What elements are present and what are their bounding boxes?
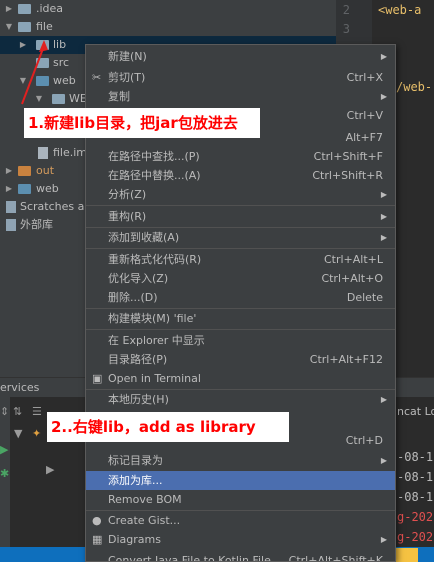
annotation-arrow-icon bbox=[21, 40, 48, 105]
annotation-step2: 2..右键lib，add as library bbox=[47, 412, 289, 442]
annotation-step1: 1.新建lib目录，把jar包放进去 bbox=[24, 108, 260, 138]
